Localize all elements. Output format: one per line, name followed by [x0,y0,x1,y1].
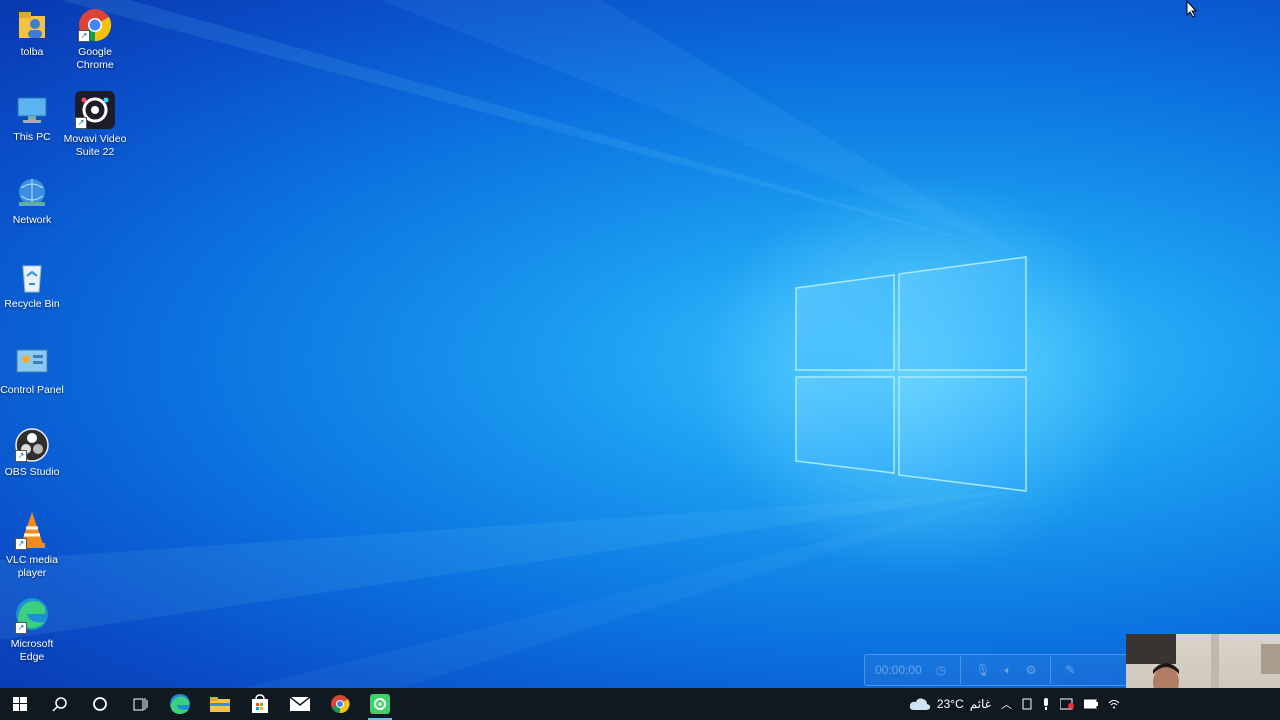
user-folder-icon [15,8,49,42]
task-view-icon [133,698,148,711]
pen-icon[interactable]: ✎ [1065,663,1075,677]
desktop-icon-movavi[interactable]: ↗ Movavi Video Suite 22 [63,91,127,159]
vlc-icon: ↗ [15,510,49,550]
desktop-icon-label: Control Panel [0,384,64,396]
control-panel-icon [15,346,49,380]
weather-temperature: 23°C [936,697,964,711]
desktop-icon-label: Recycle Bin [4,298,60,310]
movavi-icon: ↗ [75,91,115,129]
obs-icon: ↗ [15,428,49,462]
desktop-icon-this-pc[interactable]: This PC [0,93,64,144]
wallpaper [0,0,1140,720]
chevron-up-icon[interactable]: ︿ [1001,696,1012,712]
taskbar-movavi[interactable] [360,688,400,720]
network-icon [15,176,49,210]
task-view-button[interactable] [120,688,160,720]
recycle-bin-icon [15,260,49,294]
desktop-icon-microsoft-edge[interactable]: ↗ Microsoft Edge [0,594,64,664]
mouse-cursor [1186,0,1198,18]
taskbar-mail[interactable] [280,688,320,720]
movavi-icon [370,694,390,714]
desktop-icon-recycle-bin[interactable]: Recycle Bin [0,260,64,311]
recording-timer: 00:00:00 [875,663,922,677]
desktop-icon-label: OBS Studio [4,466,60,478]
edge-icon: ↗ [15,594,49,634]
cortana-button[interactable] [80,688,120,720]
taskbar-file-explorer[interactable] [200,688,240,720]
shortcut-arrow-icon: ↗ [15,622,27,634]
taskbar-chrome[interactable] [320,688,360,720]
device-icon[interactable] [1022,698,1032,710]
gear-icon[interactable]: ⚙ [1026,663,1037,677]
microphone-icon[interactable] [1042,698,1050,710]
search-button[interactable] [40,688,80,720]
speaker-icon[interactable]: 🔈︎ [1004,663,1011,678]
edge-icon [170,694,190,714]
mail-icon [289,696,311,711]
divider [1050,656,1052,684]
weather-widget[interactable]: 23°C غائم [909,697,991,711]
desktop-icon-label: This PC [13,131,51,143]
taskbar-store[interactable] [240,688,280,720]
desktop-icon-label: Network [12,214,52,226]
battery-icon[interactable] [1084,699,1098,709]
recording-status-icon[interactable] [1060,698,1074,710]
shortcut-arrow-icon: ↗ [75,117,87,129]
desktop-icon-google-chrome[interactable]: ↗ Google Chrome [63,8,127,72]
cortana-icon [93,697,107,711]
shortcut-arrow-icon: ↗ [15,450,27,462]
start-icon [13,697,27,711]
desktop-icon-label: Google Chrome [76,46,114,71]
desktop-icon-label: Movavi Video Suite 22 [63,133,127,158]
store-icon [252,694,268,713]
desktop-icon-tolba[interactable]: tolba [0,8,64,59]
timer-icon[interactable]: ◷ [936,663,946,677]
chrome-icon: ↗ [78,8,112,42]
recording-toolbar: 00:00:00 ◷ 🎙︎ 🔈︎ ⚙ ✎ [864,654,1128,686]
windows-logo [795,256,1027,492]
microphone-icon[interactable]: 🎙︎ [975,663,990,677]
system-tray: 23°C غائم ︿ [909,688,1280,720]
start-button[interactable] [0,688,40,720]
cloud-icon [909,698,931,710]
desktop-icon-label: Microsoft Edge [10,638,54,663]
file-explorer-icon [210,697,230,712]
desktop-icon-label: VLC media player [6,554,58,579]
desktop-icon-network[interactable]: Network [0,176,64,227]
shortcut-arrow-icon: ↗ [78,30,90,42]
divider [960,656,962,684]
search-icon [52,697,67,712]
desktop-icon-vlc[interactable]: ↗ VLC media player [0,510,64,580]
taskbar-edge[interactable] [160,688,200,720]
desktop-icon-obs-studio[interactable]: ↗ OBS Studio [0,428,64,479]
taskbar: 23°C غائم ︿ [0,688,1280,720]
desktop-icon-label: tolba [20,46,44,58]
computer-icon [15,93,49,127]
desktop-icon-control-panel[interactable]: Control Panel [0,346,64,397]
wifi-icon[interactable] [1108,699,1120,709]
chrome-icon [331,695,350,714]
shortcut-arrow-icon: ↗ [15,538,27,550]
weather-condition: غائم [969,697,991,711]
